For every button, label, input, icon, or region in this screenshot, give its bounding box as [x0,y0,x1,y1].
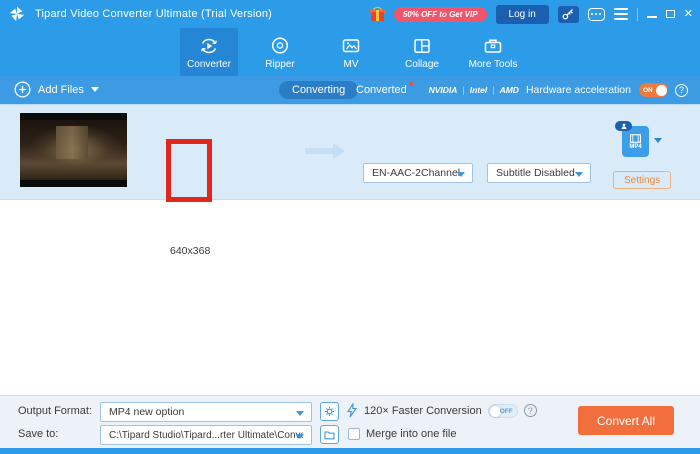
save-to-select[interactable]: C:\Tipard Studio\Tipard...rter Ultimate\… [100,425,312,445]
converted-label: Converted [356,84,407,96]
nav-bar: Converter Ripper MV [0,28,700,76]
add-files-label: Add Files [38,84,84,96]
subtitle-select[interactable]: Subtitle Disabled [487,163,591,183]
menu-icon[interactable] [614,8,628,19]
file-format-chip-label: MP4 [629,144,641,150]
tipard-logo-icon [8,5,26,23]
tab-collage[interactable]: Collage [393,28,451,76]
toggle-on-label: ON [643,87,653,94]
merge-label: Merge into one file [366,428,457,440]
cut-highlight-annotation [166,139,212,202]
hw-acceleration-toggle[interactable]: ON [639,83,668,97]
output-format-label: Output Format: [18,405,92,417]
title-bar: Tipard Video Converter Ultimate (Trial V… [0,0,700,28]
sub-toolbar: Add Files Converting Converted NVIDIA | … [0,76,700,104]
mv-icon [340,35,362,57]
converter-icon [198,35,220,57]
tab-label: Ripper [265,59,294,70]
faster-conversion-label: 120× Faster Conversion [364,405,482,417]
add-files-caret-icon[interactable] [91,87,99,92]
toggle-off-label: OFF [500,408,513,415]
tab-label: Collage [405,59,439,70]
tab-more-tools[interactable]: More Tools [464,28,522,76]
nvidia-label: NVIDIA [429,85,458,95]
tab-converter[interactable]: Converter [180,28,238,76]
converted-notification-dot [409,82,413,86]
save-to-label: Save to: [18,428,58,440]
hardware-acceleration-group: NVIDIA | Intel | AMD Hardware accelerati… [429,76,688,104]
bottom-bar: Output Format: MP4 new option 120× Faste… [0,395,700,448]
subtitle-value: Subtitle Disabled [496,167,575,179]
amd-label: AMD [500,85,519,95]
hw-help-icon[interactable]: ? [675,84,688,97]
key-icon [562,8,574,20]
chevron-down-icon [457,172,465,177]
audio-track-select[interactable]: EN-AAC-2Channel [363,163,473,183]
window-title: Tipard Video Converter Ultimate (Trial V… [35,8,272,20]
close-button[interactable]: ✕ [684,9,693,20]
intel-label: Intel [470,85,487,95]
login-button[interactable]: Log in [496,5,549,24]
tab-ripper[interactable]: Ripper [251,28,309,76]
file-list-empty-area [0,201,700,395]
audio-track-value: EN-AAC-2Channel [372,167,460,179]
register-key-button[interactable] [558,6,579,23]
convert-all-button[interactable]: Convert All [578,406,674,435]
file-row[interactable]: Source: sample-mp4.mp4 i MP4 640x368 00:… [0,104,700,200]
merge-checkbox[interactable] [348,428,360,440]
converting-tab[interactable]: Converting [279,81,358,99]
open-folder-button[interactable] [320,425,339,444]
settings-button[interactable]: Settings [613,171,671,189]
tab-mv[interactable]: MV [322,28,380,76]
faster-conversion-toggle[interactable]: OFF [488,404,518,418]
lightning-icon [346,403,358,418]
bottom-accent-strip [0,448,700,454]
chevron-down-icon [575,172,583,177]
converted-tab[interactable]: Converted [356,84,407,96]
device-profile-badge [615,121,632,131]
app-window: Tipard Video Converter Ultimate (Trial V… [0,0,700,454]
output-format-value: MP4 new option [109,406,184,418]
maximize-button[interactable] [666,10,675,18]
toggle-knob [656,85,667,96]
chevron-down-icon [296,434,304,439]
film-icon [630,134,641,143]
output-format-select[interactable]: MP4 new option [100,402,312,422]
flow-arrow-icon [303,141,347,161]
folder-icon [324,430,335,440]
video-thumbnail[interactable] [20,113,127,187]
collage-icon [411,35,433,57]
format-dropdown-caret-icon[interactable] [654,138,662,143]
save-to-value: C:\Tipard Studio\Tipard...rter Ultimate\… [109,430,303,441]
ripper-disc-icon [269,35,291,57]
tab-label: MV [344,59,359,70]
feedback-icon[interactable] [588,8,605,21]
tab-label: Converter [187,59,231,70]
chevron-down-icon [296,411,304,416]
source-resolution-obscured: 640x368 [170,245,210,257]
add-circle-icon [14,81,31,98]
hw-acceleration-label: Hardware acceleration [526,84,631,96]
gear-icon [324,406,335,417]
faster-help-icon[interactable]: ? [524,404,537,417]
format-settings-button[interactable] [320,402,339,421]
add-files-button[interactable]: Add Files [14,81,99,98]
gift-icon[interactable] [370,7,385,21]
minimize-button[interactable] [647,16,657,18]
toolbox-icon [482,35,504,57]
titlebar-separator [637,8,638,21]
tab-label: More Tools [469,59,518,70]
promo-badge[interactable]: 50% OFF to Get VIP [394,7,487,22]
